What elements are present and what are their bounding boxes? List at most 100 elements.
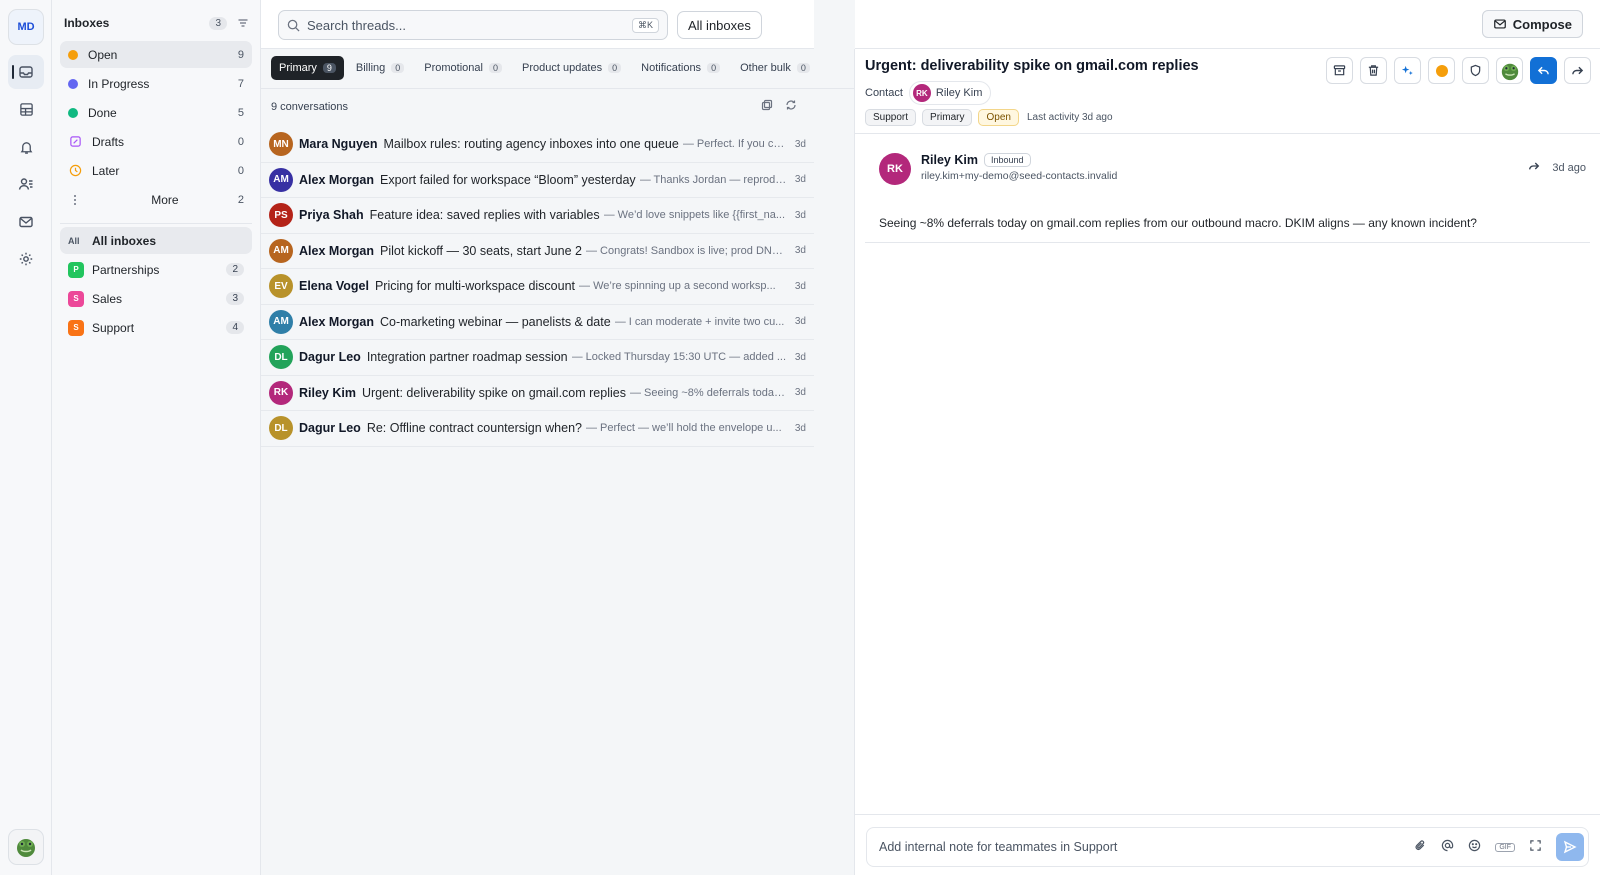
contact-pill[interactable]: RK Riley Kim [908,81,992,105]
compose-mail-icon [1493,19,1506,29]
expand-icon [1530,840,1541,851]
tab-count: 0 [707,63,721,73]
assignee-button[interactable] [1496,57,1523,84]
gif-button[interactable]: GIF [1495,842,1515,852]
copy-icon [761,99,773,111]
compose-button[interactable]: Compose [1481,10,1583,38]
filter-button[interactable] [237,17,249,29]
tab-product-updates[interactable]: Product updates 0 [514,56,629,80]
grid-icon [19,102,33,116]
send-button[interactable] [1556,833,1584,861]
user-avatar-button[interactable] [8,829,44,865]
inbox-nav-button[interactable] [8,55,44,89]
reply-button[interactable] [1530,57,1557,84]
table-row[interactable]: DL Dagur Leo Integration partner roadmap s… [261,340,814,376]
note-placeholder: Add internal note for teammates in Suppo… [879,840,1118,854]
sidebar-item-support[interactable]: S Support 4 [60,314,252,341]
forward-button[interactable] [1564,57,1591,84]
sidebar-item-done[interactable]: Done 5 [60,99,252,126]
table-row[interactable]: AM Alex Morgan Export failed for workspace… [261,163,814,198]
attach-button[interactable] [1414,839,1427,855]
table-row[interactable]: EV Elena Vogel Pricing for multi-workspace… [261,269,814,305]
table-row[interactable]: RK Riley Kim Urgent: deliverability spike … [261,376,814,411]
sidebar-item-more[interactable]: More 2 [60,186,252,213]
refresh-button[interactable] [785,99,797,114]
tab-label: Billing [355,62,386,74]
inbox-chip: P [68,261,84,278]
thread-snippet: — Perfect — we’ll hold the envelope u... [585,422,782,435]
ai-assist-button[interactable] [1394,57,1421,84]
refresh-icon [786,100,796,110]
thread-snippet: — Locked Thursday 15:30 UTC — added ... [571,351,787,364]
sidebar-item-in-progress[interactable]: In Progress 7 [60,70,252,97]
sidebar-item-partnerships[interactable]: P Partnerships 2 [60,256,252,283]
table-row[interactable]: DL Dagur Leo Re: Offline contract counters… [261,411,814,447]
sender-avatar: PS [269,203,293,228]
sender-avatar: RK [269,380,293,405]
forward-icon [1572,66,1584,75]
spam-shield-button[interactable] [1462,57,1489,84]
settings-nav-button[interactable] [8,242,44,276]
notifications-nav-button[interactable] [8,130,44,164]
archive-button[interactable] [1326,57,1353,84]
inbox-filter-button[interactable]: All inboxes [677,11,762,39]
search-input[interactable]: Search threads... ⌘K [278,10,668,40]
sidebar-item-later[interactable]: Later 0 [60,157,252,184]
tab-notifications[interactable]: Notifications 0 [633,56,728,80]
tag-category[interactable]: Primary [922,109,973,126]
category-tabs: Primary 9 Billing 0 Promotional 0 Product u… [271,56,822,80]
views-nav-button[interactable] [8,92,44,126]
contacts-nav-button[interactable] [8,167,44,201]
thread-subject: Co-marketing webinar — panelists & date [380,314,611,329]
thread-tags: Support Primary Open Last activity 3d ag… [865,109,1113,126]
status-badge[interactable]: Open [978,109,1019,126]
status-button[interactable] [1428,57,1455,84]
thread-snippet: — We’re spinning up a second worksp... [579,280,776,293]
inbox-chip: S [68,319,84,336]
sidebar-item-label: Support [92,320,135,335]
table-row[interactable]: MN Mara Nguyen Mailbox rules: routing agen… [261,127,814,163]
sidebar-item-label: Drafts [92,134,125,149]
sender-avatar: EV [269,274,293,299]
emoji-button[interactable] [1468,839,1481,855]
more-vertical-icon [68,193,82,207]
tab-count: 0 [608,63,622,73]
thread-snippet: — Congrats! Sandbox is live; prod DNS ..… [585,244,787,257]
all-inboxes-chip: All [68,235,80,246]
sidebar-item-open[interactable]: Open 9 [60,41,252,68]
contact-avatar: RK [912,84,931,102]
sender-name: Elena Vogel [299,279,369,294]
bulk-select-button[interactable] [761,99,773,114]
tab-count: 9 [322,63,336,73]
frog-avatar-icon [17,839,35,857]
compose-label: Compose [1512,16,1572,32]
status-dot-icon [1435,64,1448,77]
message-forward-button[interactable] [1528,160,1540,175]
internal-note-input[interactable]: Add internal note for teammates in Suppo… [866,827,1589,867]
table-row[interactable]: AM Alex Morgan Pilot kickoff — 30 seats, s… [261,234,814,269]
sidebar-item-all-inboxes[interactable]: All All inboxes [60,227,252,254]
expand-button[interactable] [1529,839,1542,855]
sidebar-item-sales[interactable]: S Sales 3 [60,285,252,312]
tab-primary[interactable]: Primary 9 [271,56,344,80]
table-row[interactable]: AM Alex Morgan Co-marketing webinar — pane… [261,305,814,340]
campaigns-nav-button[interactable] [8,205,44,239]
sender-name: Riley Kim [921,153,978,167]
workspace-switcher[interactable]: MD [8,9,44,45]
thread-subject: Pricing for multi-workspace discount [374,279,576,294]
tab-promotional[interactable]: Promotional 0 [416,56,510,80]
sender-email: riley.kim+my-demo@seed-contacts.invalid [921,170,1118,182]
tab-other-bulk[interactable]: Other bulk 0 [732,56,818,80]
thread-time: 3d [794,245,806,257]
thread-subject: Export failed for workspace “Bloom” yest… [380,172,636,187]
mention-button[interactable] [1441,839,1454,855]
tab-billing[interactable]: Billing 0 [348,56,412,80]
thread-snippet: — Perfect. If you ca... [682,138,787,151]
delete-button[interactable] [1360,57,1387,84]
clock-icon [68,164,82,178]
tag-inbox[interactable]: Support [865,109,917,126]
table-row[interactable]: PS Priya Shah Feature idea: saved replies … [261,198,814,234]
sidebar-item-drafts[interactable]: Drafts 0 [60,128,252,155]
thread-time: 3d [794,280,806,292]
archive-icon [1333,65,1346,76]
